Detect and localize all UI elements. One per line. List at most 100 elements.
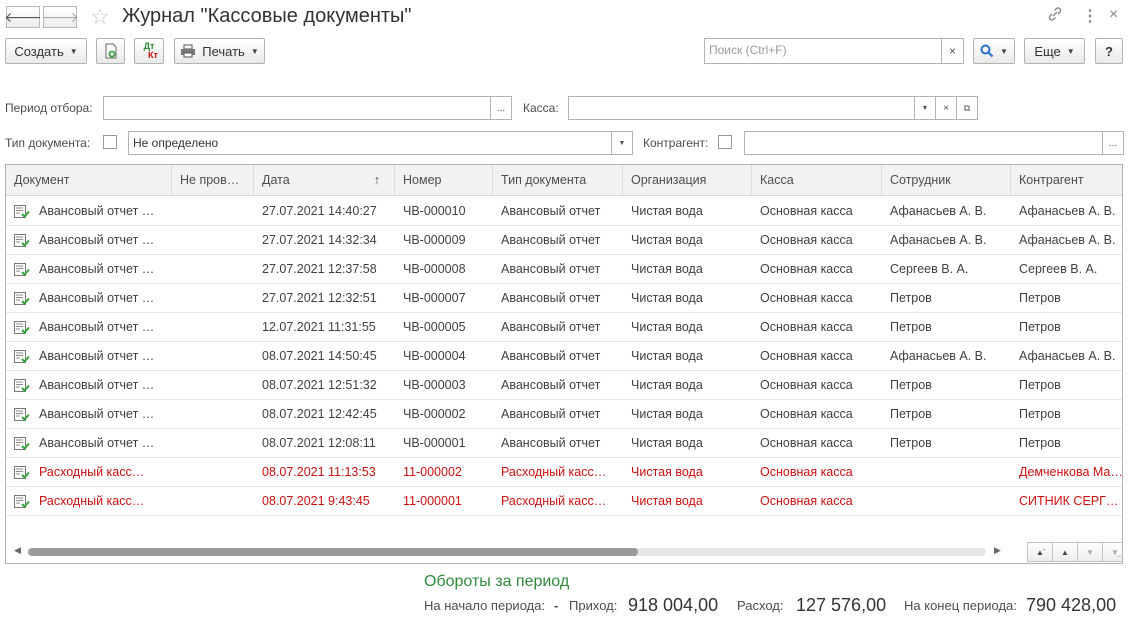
table-row[interactable]: Расходный касс… 08.07.2021 9:43:45 11-0000… [6, 487, 1122, 516]
cell-not-posted [172, 284, 254, 313]
cell-document: Авансовый отчет … [39, 262, 155, 276]
create-label: Создать [14, 43, 64, 59]
cell-number: ЧВ-000005 [403, 320, 466, 334]
cell-not-posted [172, 226, 254, 255]
search-button[interactable]: ▼ [973, 38, 1015, 64]
doc-type-dropdown-button[interactable]: ▼ [611, 131, 633, 155]
dtkt-button[interactable]: Дт Кт [134, 38, 164, 64]
table-row[interactable]: Авансовый отчет … 27.07.2021 12:37:58 ЧВ-0… [6, 255, 1122, 284]
contragent-select-button[interactable]: ... [1102, 131, 1124, 155]
kassa-dropdown-button[interactable]: ▼ [914, 96, 936, 120]
cell-date: 27.07.2021 14:40:27 [262, 204, 377, 218]
forward-button[interactable]: 🡒 [41, 6, 79, 28]
cell-kassa: Основная касса [760, 204, 853, 218]
help-button[interactable]: ? [1095, 38, 1123, 64]
close-icon[interactable]: × [1109, 6, 1118, 24]
doc-type-checkbox[interactable] [103, 135, 117, 149]
col-header-kassa[interactable]: Касса [752, 165, 882, 196]
back-button[interactable]: 🡐 [4, 6, 42, 28]
kassa-open-button[interactable]: ⧉ [956, 96, 978, 120]
table-row[interactable]: Авансовый отчет … 08.07.2021 12:42:45 ЧВ-0… [6, 400, 1122, 429]
cell-kassa: Основная касса [760, 378, 853, 392]
cell-kassa: Основная касса [760, 407, 853, 421]
cell-date: 08.07.2021 11:13:53 [262, 465, 376, 479]
scroll-to-bottom-button[interactable]: ▼̲ [1102, 542, 1122, 562]
cell-doc-type: Авансовый отчет [501, 378, 601, 392]
arrow-right-icon: 🡒 [41, 8, 79, 25]
scroll-up-button[interactable]: ▲ [1052, 542, 1078, 562]
cell-document: Расходный касс… [39, 465, 145, 479]
link-icon[interactable] [1047, 6, 1063, 27]
more-vertical-icon[interactable]: ⋮ [1082, 6, 1098, 26]
cell-not-posted [172, 342, 254, 371]
table-row[interactable]: Авансовый отчет … 27.07.2021 14:32:34 ЧВ-0… [6, 226, 1122, 255]
table-row[interactable]: Авансовый отчет … 27.07.2021 12:32:51 ЧВ-0… [6, 284, 1122, 313]
table-row[interactable]: Авансовый отчет … 08.07.2021 12:08:11 ЧВ-0… [6, 429, 1122, 458]
cell-organization: Чистая вода [631, 233, 703, 247]
col-header-contragent[interactable]: Контрагент [1011, 165, 1122, 196]
cell-number: 11-000001 [403, 494, 462, 508]
cell-not-posted [172, 313, 254, 342]
scroll-right-icon[interactable]: ▶ [994, 545, 1001, 556]
scroll-left-icon[interactable]: ◀ [14, 545, 21, 556]
double-up-icon: ▲̄ [1036, 547, 1044, 557]
doc-type-field[interactable]: Не определено [128, 131, 612, 155]
table-row[interactable]: Расходный касс… 08.07.2021 11:13:53 11-000… [6, 458, 1122, 487]
cell-contragent: Афанасьев А. В. [1019, 349, 1116, 363]
kassa-field[interactable] [568, 96, 915, 120]
print-button[interactable]: Печать ▼ [174, 38, 265, 64]
cell-number: ЧВ-000010 [403, 204, 466, 218]
cell-number: ЧВ-000004 [403, 349, 466, 363]
cell-employee: Афанасьев А. В. [890, 349, 987, 363]
cell-kassa: Основная касса [760, 291, 853, 305]
search-clear-button[interactable]: × [942, 38, 964, 64]
chevron-up-icon: ▲ [1061, 547, 1069, 557]
kassa-label: Касса: [523, 101, 559, 115]
cell-document: Авансовый отчет … [39, 320, 155, 334]
create-button[interactable]: Создать ▼ [5, 38, 87, 64]
cell-not-posted [172, 400, 254, 429]
cell-date: 27.07.2021 12:32:51 [262, 291, 377, 305]
contragent-checkbox[interactable] [718, 135, 732, 149]
more-button[interactable]: Еще ▼ [1024, 38, 1085, 64]
cell-doc-type: Авансовый отчет [501, 291, 601, 305]
table-row[interactable]: Авансовый отчет … 12.07.2021 11:31:55 ЧВ-0… [6, 313, 1122, 342]
col-header-employee[interactable]: Сотрудник [882, 165, 1011, 196]
scroll-to-top-button[interactable]: ▲̄ [1027, 542, 1053, 562]
col-header-number[interactable]: Номер [395, 165, 493, 196]
horizontal-scrollbar-thumb[interactable] [28, 548, 638, 556]
table-row[interactable]: Авансовый отчет … 27.07.2021 14:40:27 ЧВ-0… [6, 197, 1122, 226]
cell-organization: Чистая вода [631, 204, 703, 218]
cell-kassa: Основная касса [760, 494, 853, 508]
kassa-clear-button[interactable]: × [935, 96, 957, 120]
cell-date: 08.07.2021 9:43:45 [262, 494, 370, 508]
cell-contragent: Петров [1019, 320, 1061, 334]
cell-not-posted [172, 458, 254, 487]
search-input[interactable]: Поиск (Ctrl+F) [704, 38, 942, 64]
star-icon[interactable]: ☆ [90, 4, 110, 30]
col-header-document[interactable]: Документ [6, 165, 172, 196]
col-header-date[interactable]: Дата ↑ [254, 165, 395, 196]
documents-table[interactable]: Документ Не пров… Дата ↑ Номер Тип докум… [5, 164, 1123, 564]
period-select-button[interactable]: ... [490, 96, 512, 120]
add-copy-button[interactable] [96, 38, 125, 64]
col-header-not-posted[interactable]: Не пров… [172, 165, 254, 196]
cell-organization: Чистая вода [631, 494, 703, 508]
cell-doc-type: Авансовый отчет [501, 320, 601, 334]
table-row[interactable]: Авансовый отчет … 08.07.2021 12:51:32 ЧВ-0… [6, 371, 1122, 400]
col-header-doc-type[interactable]: Тип документа [493, 165, 623, 196]
cell-doc-type: Авансовый отчет [501, 349, 601, 363]
chevron-down-icon: ▼ [1000, 46, 1008, 56]
table-row[interactable]: Авансовый отчет … 08.07.2021 14:50:45 ЧВ-0… [6, 342, 1122, 371]
cell-employee [882, 458, 1011, 487]
cell-employee: Петров [890, 291, 932, 305]
col-header-organization[interactable]: Организация [623, 165, 752, 196]
contragent-field[interactable] [744, 131, 1103, 155]
document-add-icon [105, 43, 116, 59]
end-period-value: 790 428,00 [1026, 595, 1117, 615]
cell-number: ЧВ-000008 [403, 262, 466, 276]
scroll-down-button[interactable]: ▼ [1077, 542, 1103, 562]
doc-type-label: Тип документа: [5, 136, 91, 150]
period-field[interactable] [103, 96, 491, 120]
cell-not-posted [172, 487, 254, 516]
